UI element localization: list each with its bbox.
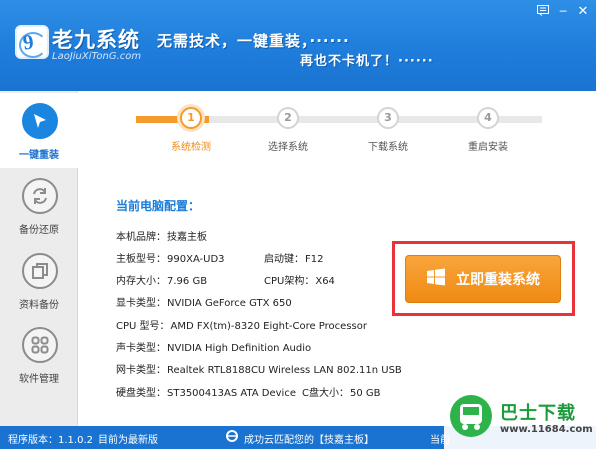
logo-icon: 9: [15, 25, 49, 59]
config-cpu-model: CPU 型号：AMD FX(tm)-8320 Eight-Core Proces…: [116, 317, 367, 332]
config-value: ST3500413AS ATA Device: [167, 388, 296, 399]
config-label: 网卡类型：: [116, 365, 166, 376]
slogan-line1: 无需技术，一键重装，······: [157, 32, 350, 50]
config-value: Realtek RTL8188CU Wireless LAN 802.11n U…: [167, 365, 402, 376]
sidebar-item-reinstall[interactable]: 一键重装: [0, 93, 78, 168]
step-2-label: 选择系统: [268, 142, 308, 153]
config-brand: 本机品牌：技嘉主板: [116, 228, 207, 243]
config-label: CPU架构：: [264, 276, 315, 287]
refresh-icon: [22, 178, 58, 214]
version-text: 程序版本：1.1.0.2: [8, 435, 93, 446]
sidebar-item-backup-restore[interactable]: 备份还原: [0, 168, 78, 243]
reinstall-now-button[interactable]: 立即重装系统: [405, 255, 561, 303]
sidebar-item-label: 软件管理: [19, 374, 59, 385]
config-value: NVIDIA High Definition Audio: [167, 343, 312, 354]
config-gpu: 显卡类型：NVIDIA GeForce GTX 650: [116, 294, 292, 309]
window-controls: ─ ✕: [534, 5, 592, 20]
step-4-label: 重启安装: [468, 142, 508, 153]
copy-icon: [22, 253, 58, 289]
config-bootkey: 启动键：F12: [264, 250, 323, 265]
step-4-dot: 4: [477, 107, 499, 129]
config-value: AMD FX(tm)-8320 Eight-Core Processor: [170, 321, 367, 332]
config-cpu-arch: CPU架构：X64: [264, 272, 335, 287]
config-label: 显卡类型：: [116, 298, 166, 309]
config-value: 990XA-UD3: [167, 254, 225, 265]
step-3-dot: 3: [377, 107, 399, 129]
config-memory: 内存大小：7.96 GB: [116, 272, 207, 287]
config-label: 声卡类型：: [116, 343, 166, 354]
watermark: 巴士下载 www.11684.com: [444, 390, 596, 449]
config-value: 7.96 GB: [167, 276, 208, 287]
config-board: 主板型号：990XA-UD3: [116, 250, 225, 265]
close-icon[interactable]: ✕: [574, 5, 592, 20]
step-2-dot: 2: [277, 107, 299, 129]
sidebar-item-software-manage[interactable]: 软件管理: [0, 317, 78, 392]
step-1-dot: 1: [180, 107, 202, 129]
windows-icon: [426, 268, 446, 290]
sidebar-item-data-backup[interactable]: 资料备份: [0, 243, 78, 318]
ie-icon: [225, 429, 239, 446]
config-label: C盘大小：: [302, 388, 349, 399]
config-label: 主板型号：: [116, 254, 166, 265]
config-nic: 网卡类型：Realtek RTL8188CU Wireless LAN 802.…: [116, 361, 402, 376]
config-value: 50 GB: [349, 388, 381, 399]
bus-logo-icon: [450, 395, 492, 437]
title-bar: 9 老九系统 LaoJiuXiTonG.com 无需技术，一键重装，······…: [0, 0, 596, 91]
update-status-text: 目前为最新版: [98, 435, 158, 446]
sidebar-item-label: 一键重装: [19, 150, 59, 161]
config-label: CPU 型号：: [116, 321, 170, 332]
step-1-label: 系统检测: [171, 142, 211, 153]
config-label: 硬盘类型：: [116, 388, 166, 399]
sidebar-item-label: 资料备份: [19, 300, 59, 311]
config-disk: 硬盘类型：ST3500413AS ATA Device: [116, 384, 296, 399]
menu-icon[interactable]: [534, 5, 552, 20]
config-value: NVIDIA GeForce GTX 650: [167, 298, 292, 309]
config-title: 当前电脑配置：: [116, 199, 201, 213]
brand-name: 老九系统: [52, 28, 140, 52]
watermark-name: 巴士下载: [500, 403, 576, 424]
config-label: 本机品牌：: [116, 232, 166, 243]
brand-url: LaoJiuXiTonG.com: [52, 51, 142, 62]
config-label: 启动键：: [264, 254, 304, 265]
minimize-icon[interactable]: ─: [554, 5, 572, 20]
sidebar-item-label: 备份还原: [19, 225, 59, 236]
slogan-line2: 再也不卡机了！······: [300, 54, 434, 69]
config-value: X64: [315, 276, 335, 287]
cursor-arrow-icon: [22, 103, 58, 139]
config-cdisk: C盘大小：50 GB: [302, 384, 381, 399]
sidebar: 一键重装 备份还原 资料备份 软件管理: [0, 91, 78, 426]
reinstall-now-label: 立即重装系统: [456, 272, 540, 288]
cloud-match-text: 成功云匹配您的【技嘉主板】: [244, 435, 374, 446]
watermark-url: www.11684.com: [500, 424, 593, 435]
config-label: 内存大小：: [116, 276, 166, 287]
config-value: 技嘉主板: [167, 232, 207, 243]
config-sound: 声卡类型：NVIDIA High Definition Audio: [116, 339, 311, 354]
config-value: F12: [305, 254, 324, 265]
step-3-label: 下载系统: [368, 142, 408, 153]
grid-icon: [22, 327, 58, 363]
